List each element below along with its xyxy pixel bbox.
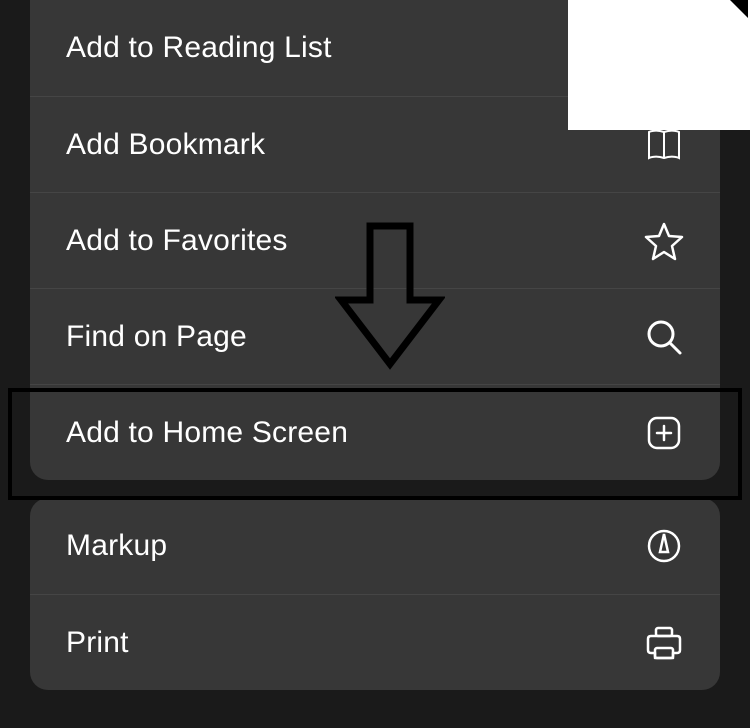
markup-row[interactable]: Markup [30,498,720,594]
actions-group-2: Markup Print [30,498,720,690]
add-to-home-screen-row[interactable]: Add to Home Screen [30,384,720,480]
print-row[interactable]: Print [30,594,720,690]
search-icon [644,317,684,357]
markup-icon [644,526,684,566]
add-bookmark-label: Add Bookmark [66,128,265,162]
markup-label: Markup [66,529,167,563]
star-icon [644,221,684,261]
plus-square-icon [644,413,684,453]
add-to-home-screen-label: Add to Home Screen [66,416,348,450]
add-to-favorites-row[interactable]: Add to Favorites [30,192,720,288]
print-label: Print [66,626,129,660]
find-on-page-row[interactable]: Find on Page [30,288,720,384]
overlay-patch [568,0,750,130]
add-to-reading-list-label: Add to Reading List [66,31,332,65]
overlay-corner [730,0,748,18]
book-icon [644,125,684,165]
find-on-page-label: Find on Page [66,320,247,354]
print-icon [644,623,684,663]
add-to-favorites-label: Add to Favorites [66,224,288,258]
